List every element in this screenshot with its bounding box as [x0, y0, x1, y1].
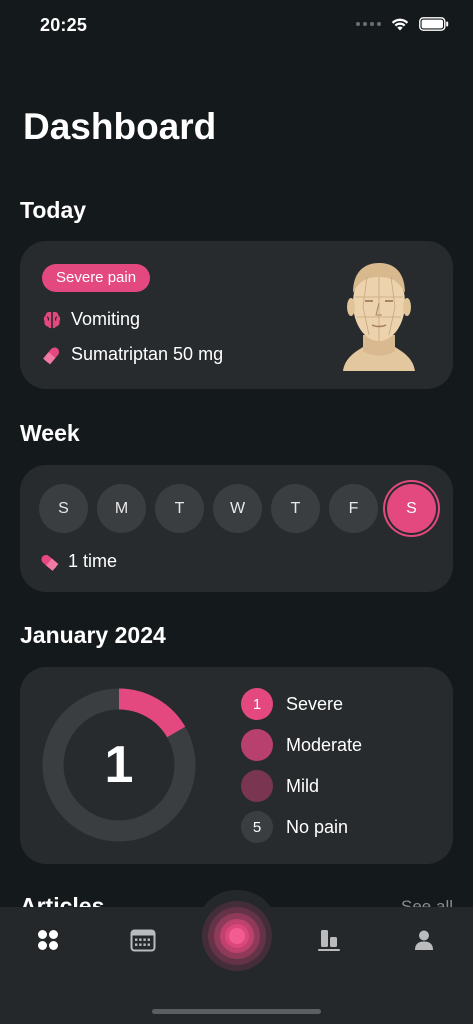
donut-center-count: 1	[104, 736, 134, 794]
tab-calendar[interactable]	[125, 922, 161, 958]
legend-dot-mild	[241, 770, 273, 802]
head-pain-map-illustration	[343, 263, 415, 371]
legend-dot-severe: 1	[241, 688, 273, 720]
day-button-thursday[interactable]: T	[271, 484, 320, 533]
legend-item-severe: 1 Severe	[241, 688, 362, 720]
record-pain-icon	[202, 901, 272, 971]
pill-icon	[41, 554, 59, 571]
status-time: 20:25	[40, 15, 88, 35]
symptom-label: Vomiting	[71, 309, 141, 329]
status-bar: 20:25	[0, 0, 473, 54]
legend-item-mild: Mild	[241, 770, 362, 802]
wifi-icon	[391, 18, 409, 31]
tab-dashboard[interactable]	[30, 922, 66, 958]
legend-label-severe: Severe	[286, 693, 344, 714]
legend-dot-no-pain: 5	[241, 811, 273, 843]
today-card[interactable]: Severe pain Vomiting Sumatriptan 50 mg	[20, 241, 453, 389]
cellular-signal-icon	[356, 22, 381, 26]
pill-icon	[43, 346, 60, 364]
medication-row: Sumatriptan 50 mg	[42, 344, 223, 365]
day-button-wednesday[interactable]: W	[213, 484, 262, 533]
record-pain-button[interactable]	[201, 900, 273, 972]
page-title: Dashboard	[23, 106, 217, 147]
legend-label-mild: Mild	[286, 775, 320, 796]
pain-legend: 1 Severe Moderate Mild 5 No pain	[241, 688, 362, 852]
week-day-selector: S M T W T F S	[39, 484, 436, 533]
status-icons	[356, 17, 449, 31]
month-summary-card[interactable]: 1 1 Severe Moderate Mild 5 No pain	[20, 667, 453, 864]
legend-label-no-pain: No pain	[286, 816, 349, 837]
pain-level-badge: Severe pain	[42, 264, 151, 292]
legend-item-no-pain: 5 No pain	[241, 811, 362, 843]
legend-item-moderate: Moderate	[241, 729, 362, 761]
day-button-tuesday[interactable]: T	[155, 484, 204, 533]
tab-profile[interactable]	[406, 922, 442, 958]
day-button-sunday[interactable]: S	[39, 484, 88, 533]
legend-dot-moderate	[241, 729, 273, 761]
medication-count-label: 1 time	[68, 551, 118, 571]
week-section-title: Week	[20, 420, 80, 446]
brain-icon	[43, 311, 61, 328]
day-button-friday[interactable]: F	[329, 484, 378, 533]
dashboard-screen: 20:25 Dashboard Today Severe pain Vomiti…	[0, 0, 473, 1024]
tab-statistics[interactable]	[311, 922, 347, 958]
dashboard-icon	[38, 930, 58, 950]
week-card: S M T W T F S 1 time	[20, 465, 453, 592]
today-section-title: Today	[20, 197, 87, 223]
day-button-saturday[interactable]: S	[387, 484, 436, 533]
battery-icon	[419, 17, 449, 31]
calendar-icon	[130, 929, 156, 952]
symptom-row: Vomiting	[42, 309, 140, 330]
home-indicator	[152, 1009, 321, 1014]
day-button-monday[interactable]: M	[97, 484, 146, 533]
statistics-icon	[318, 930, 340, 951]
medication-label: Sumatriptan 50 mg	[71, 344, 224, 364]
profile-icon	[415, 930, 433, 950]
month-section-title: January 2024	[20, 622, 166, 648]
week-medication-summary: 1 time	[39, 551, 117, 572]
legend-label-moderate: Moderate	[286, 734, 363, 755]
